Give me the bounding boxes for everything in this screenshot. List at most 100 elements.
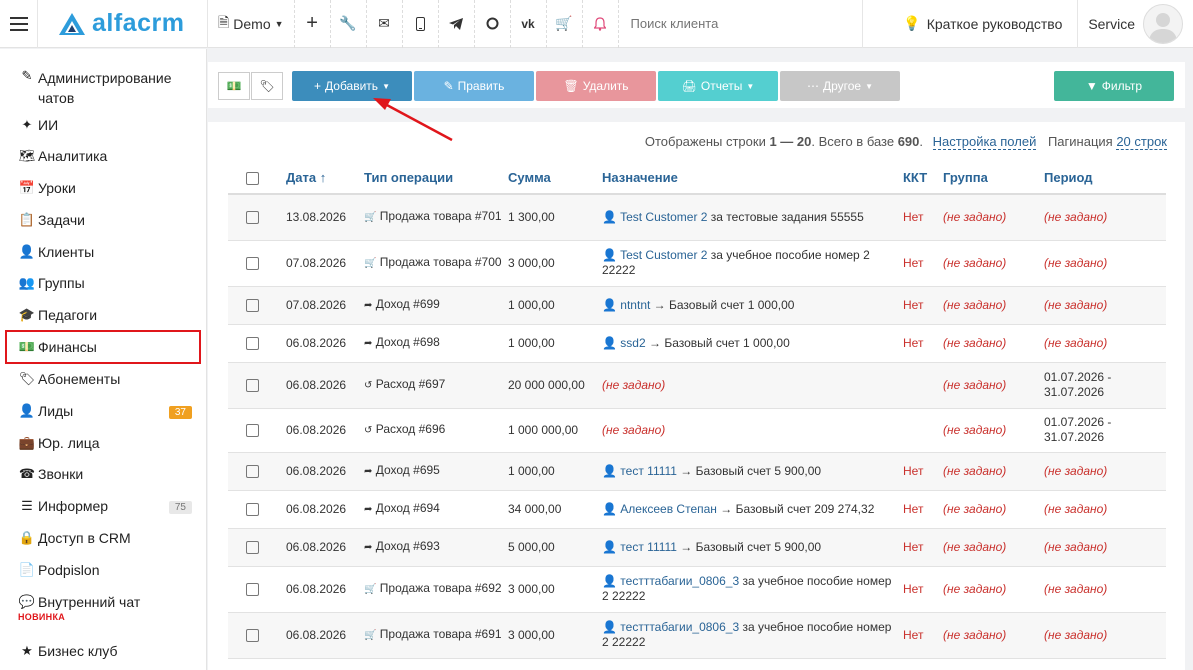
table-row[interactable]: 07.08.2026 ➦ Доход #699 1 000,00 👤 ntntn… bbox=[228, 286, 1166, 325]
row-checkbox[interactable] bbox=[246, 256, 259, 270]
cart-icon[interactable]: 🛒 bbox=[547, 0, 583, 48]
client-link[interactable]: ntntnt bbox=[620, 298, 650, 312]
cell-purpose: 👤 тестттабагии_0806_3 за учебное пособие… bbox=[602, 612, 903, 659]
table-row[interactable]: 06.08.2026 🛒 Продажа товара #691 3 000,0… bbox=[228, 612, 1166, 659]
demo-dropdown[interactable]: 🗎 Demo ▼ bbox=[208, 0, 295, 48]
row-checkbox[interactable] bbox=[246, 540, 259, 554]
row-checkbox[interactable] bbox=[246, 464, 259, 478]
sidebar-item-subscriptions[interactable]: 🏷 Абонементы bbox=[8, 371, 198, 387]
row-checkbox[interactable] bbox=[246, 502, 259, 516]
sidebar-item-label: Клиенты bbox=[38, 244, 95, 260]
client-link[interactable]: тест 11111 bbox=[620, 464, 677, 478]
phone-icon[interactable] bbox=[403, 0, 439, 48]
filter-button[interactable]: ▼ Фильтр bbox=[1054, 71, 1174, 101]
sidebar-item-informer[interactable]: ☰ Информер 75 bbox=[8, 498, 198, 514]
column-sum[interactable]: Сумма bbox=[508, 162, 602, 195]
vk-icon[interactable]: vk bbox=[511, 0, 547, 48]
summary-range: 1 — 20 bbox=[769, 134, 812, 149]
mail-icon[interactable]: ✉ bbox=[367, 0, 403, 48]
sidebar-item-finance[interactable]: 💵 Финансы bbox=[5, 330, 201, 364]
user-menu[interactable]: Service bbox=[1078, 0, 1193, 48]
client-icon: 👤 bbox=[602, 463, 617, 478]
sidebar-item-internal-chat[interactable]: 💬 Внутренний чат НОВИНКА bbox=[8, 594, 198, 626]
type-text: Продажа товара #701 bbox=[379, 209, 502, 224]
column-date[interactable]: Дата ↑ bbox=[286, 162, 364, 195]
table-row[interactable]: 06.08.2026 🛒 Продажа товара #692 3 000,0… bbox=[228, 566, 1166, 613]
pencil-icon: ✎ bbox=[443, 79, 454, 93]
table-row[interactable]: 06.08.2026 ↺ Расход #697 20 000 000,00 (… bbox=[228, 362, 1166, 409]
telegram-icon[interactable] bbox=[439, 0, 475, 48]
table-row[interactable]: 06.08.2026 ➦ Доход #694 34 000,00 👤 Алек… bbox=[228, 490, 1166, 529]
sidebar-item-label: Звонки bbox=[38, 466, 84, 482]
row-checkbox[interactable] bbox=[246, 211, 259, 225]
sidebar-item-leads[interactable]: 👤 Лиды 37 bbox=[8, 403, 198, 419]
cell-period: (не задано) bbox=[1044, 452, 1166, 491]
row-checkbox[interactable] bbox=[246, 582, 259, 596]
sidebar-item-lessons[interactable]: 📅 Уроки bbox=[8, 180, 198, 196]
table-row[interactable]: 06.08.2026 ➦ Доход #693 5 000,00 👤 тест … bbox=[228, 528, 1166, 567]
row-checkbox[interactable] bbox=[246, 298, 259, 312]
avatar[interactable] bbox=[1143, 3, 1183, 44]
delete-button[interactable]: 🗑 Удалить bbox=[536, 71, 656, 101]
sidebar-item-groups[interactable]: 👥 Группы bbox=[8, 275, 198, 291]
table-row[interactable]: 06.08.2026 ➦ Доход #695 1 000,00 👤 тест … bbox=[228, 452, 1166, 491]
sidebar-item-podpislon[interactable]: 📄 Podpislon bbox=[8, 562, 198, 578]
sidebar-item-crm-access[interactable]: 🔒 Доступ в CRM bbox=[8, 530, 198, 546]
column-period[interactable]: Период bbox=[1044, 162, 1166, 195]
client-link[interactable]: Test Customer 2 bbox=[620, 210, 707, 224]
cell-group: (не задано) bbox=[943, 566, 1044, 613]
type-text: Доход #693 bbox=[375, 539, 440, 553]
table-row[interactable]: 06.08.2026 ➦ Доход #698 1 000,00 👤 ssd2 … bbox=[228, 324, 1166, 363]
tag-view-icon[interactable]: 🏷 bbox=[251, 72, 283, 100]
type-text: Доход #695 bbox=[375, 463, 440, 477]
add-button[interactable]: + Добавить ▼ bbox=[292, 71, 412, 101]
sidebar-item-tasks[interactable]: 📋 Задачи bbox=[8, 212, 198, 228]
client-icon: 👤 bbox=[602, 297, 617, 312]
cell-sum: 1 300,00 bbox=[508, 194, 602, 241]
sidebar-item-analytics[interactable]: 🗺 Аналитика bbox=[8, 148, 198, 164]
other-button[interactable]: ⋯ Другое ▼ bbox=[780, 71, 900, 101]
reports-button[interactable]: 🖨 Отчеты ▼ bbox=[658, 71, 778, 101]
logo[interactable]: alfacrm bbox=[38, 0, 208, 48]
row-checkbox[interactable] bbox=[246, 423, 259, 437]
client-link[interactable]: Алексеев Степан bbox=[620, 502, 717, 516]
finance-view-icon[interactable]: 💵 bbox=[218, 72, 250, 100]
quick-guide-label: Краткое руководство bbox=[926, 15, 1063, 32]
bell-icon[interactable] bbox=[583, 0, 619, 48]
wrench-icon[interactable]: 🔧 bbox=[331, 0, 367, 48]
plus-icon[interactable]: + bbox=[295, 0, 331, 48]
menu-toggle-icon[interactable] bbox=[0, 0, 38, 48]
client-link[interactable]: тест 11111 bbox=[620, 540, 677, 554]
whatsapp-icon[interactable] bbox=[475, 0, 511, 48]
sidebar-item-clients[interactable]: 👤 Клиенты bbox=[8, 244, 198, 260]
edit-button[interactable]: ✎ Править bbox=[414, 71, 534, 101]
client-link[interactable]: ssd2 bbox=[620, 336, 645, 350]
select-all-checkbox[interactable] bbox=[246, 172, 259, 186]
client-link[interactable]: тестттабагии_0806_3 bbox=[620, 620, 739, 634]
column-group[interactable]: Группа bbox=[943, 162, 1044, 195]
sidebar-item-calls[interactable]: ☎ Звонки bbox=[8, 466, 198, 482]
sidebar-item-ai[interactable]: ✦ ИИ bbox=[8, 117, 198, 133]
sidebar-item-chat-admin[interactable]: ✎ Администрирование чатов bbox=[8, 68, 198, 108]
column-purpose[interactable]: Назначение bbox=[602, 162, 903, 195]
field-settings-link[interactable]: Настройка полей bbox=[932, 134, 1037, 150]
row-checkbox[interactable] bbox=[246, 378, 259, 392]
table-row[interactable]: 06.08.2026 ↺ Расход #696 1 000 000,00 (н… bbox=[228, 408, 1166, 453]
cell-date: 06.08.2026 bbox=[286, 528, 364, 567]
column-kkt[interactable]: ККТ bbox=[903, 162, 943, 195]
sidebar-item-legal-entities[interactable]: 💼 Юр. лица bbox=[8, 435, 198, 451]
column-operation-type[interactable]: Тип операции bbox=[364, 162, 508, 195]
client-link[interactable]: тестттабагии_0806_3 bbox=[620, 574, 739, 588]
pagination-size-link[interactable]: 20 строк bbox=[1116, 134, 1167, 150]
table-row[interactable]: 13.08.2026 🛒 Продажа товара #701 1 300,0… bbox=[228, 194, 1166, 241]
sidebar-item-business-club[interactable]: ★ Бизнес клуб bbox=[8, 643, 198, 659]
client-link[interactable]: Test Customer 2 bbox=[620, 248, 707, 262]
row-checkbox[interactable] bbox=[246, 336, 259, 350]
sidebar-item-teachers[interactable]: 🎓 Педагоги bbox=[8, 307, 198, 323]
type-text: Продажа товара #691 bbox=[379, 627, 502, 641]
table-row[interactable]: 07.08.2026 🛒 Продажа товара #700 3 000,0… bbox=[228, 240, 1166, 287]
quick-guide-button[interactable]: 💡 Краткое руководство bbox=[888, 0, 1079, 48]
row-checkbox[interactable] bbox=[246, 628, 259, 642]
client-search[interactable] bbox=[619, 0, 863, 48]
search-input[interactable] bbox=[630, 16, 851, 31]
